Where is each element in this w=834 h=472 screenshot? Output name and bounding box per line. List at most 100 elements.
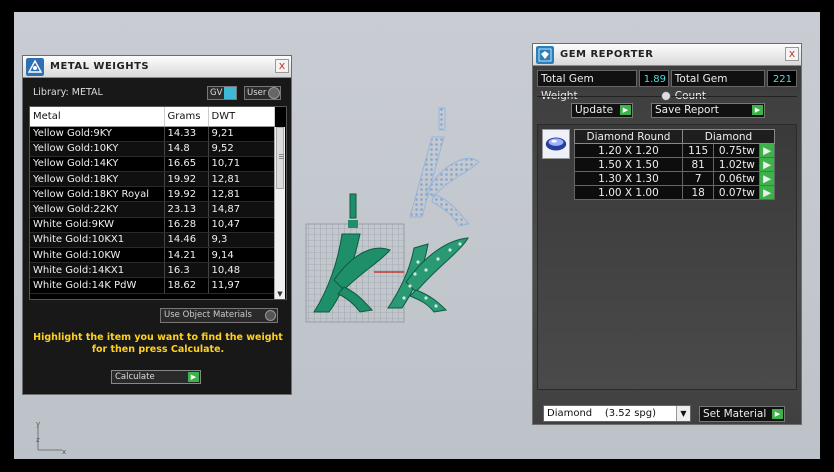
gem-reporter-close-button[interactable]: x (785, 47, 799, 61)
save-report-button[interactable]: Save Report ▶ (651, 103, 765, 118)
metal-cell-metal: Yellow Gold:14KY (30, 156, 165, 173)
metal-cell-metal: Yellow Gold:18KY Royal (30, 186, 165, 203)
metal-cell-metal: Yellow Gold:22KY (30, 201, 165, 218)
metal-cell-metal: White Gold:10KX1 (30, 232, 165, 249)
wireframe-k-model (409, 107, 480, 227)
material-select-value: Diamond (3.52 spg) (547, 408, 657, 419)
metal-cell-metal: Yellow Gold:9KY (30, 126, 165, 142)
update-label: Update (575, 104, 614, 116)
metal-cell-metal: White Gold:14K PdW (30, 277, 165, 294)
total-gem-weight-label: Total Gem Weight (537, 70, 637, 102)
metal-cell-grams: 14.8 (164, 141, 209, 157)
panel-collapse-knob[interactable] (661, 91, 671, 101)
user-radio-icon (268, 87, 281, 99)
metal-table-scrollbar[interactable]: ▼ (274, 127, 285, 299)
table-row[interactable]: Yellow Gold:18KY 19.92 12,81 (30, 171, 275, 188)
table-row[interactable]: 1.00 X 1.00 18 0.07tw ▶ (574, 185, 775, 200)
metal-cell-dwt: 12,81 (208, 171, 275, 188)
table-row[interactable]: 1.20 X 1.20 115 0.75tw ▶ (574, 143, 775, 158)
gem-cell-weight: 0.75tw (713, 143, 761, 158)
metal-table-header: Metal Grams DWT (30, 107, 275, 127)
table-row[interactable]: Yellow Gold:14KY 16.65 10,71 (30, 156, 275, 173)
metal-weights-close-button[interactable]: x (275, 59, 289, 73)
set-material-button[interactable]: Set Material ▶ (699, 406, 785, 422)
metal-cell-grams: 14.33 (164, 126, 209, 142)
gem-cell-weight: 0.06tw (713, 171, 761, 186)
table-row[interactable]: White Gold:10KX1 14.46 9,3 (30, 232, 275, 249)
total-gem-weight-value: 1.89 (638, 70, 669, 87)
gem-stats: Total Gem Weight 1.89 Total Gem Count 22… (537, 70, 797, 102)
gv-active-indicator (224, 87, 237, 99)
user-toggle[interactable]: User (244, 86, 282, 100)
metal-weights-title: METAL WEIGHTS (50, 61, 150, 72)
metal-cell-metal: White Gold:10KW (30, 247, 165, 264)
gv-toggle[interactable]: GV (207, 86, 238, 100)
metal-cell-grams: 23.13 (164, 201, 209, 218)
use-object-materials-radio-icon (265, 310, 276, 321)
gem-row-play-icon[interactable]: ▶ (759, 171, 775, 186)
gem-cell-size: 1.00 X 1.00 (574, 185, 683, 200)
gem-cell-count: 7 (681, 171, 715, 186)
table-row[interactable]: 1.30 X 1.30 7 0.06tw ▶ (574, 171, 775, 186)
round-diamond-icon[interactable] (542, 129, 570, 159)
metal-cell-dwt: 10,47 (208, 217, 275, 233)
table-row[interactable]: Yellow Gold:22KY 23.13 14,87 (30, 201, 275, 218)
material-select[interactable]: Diamond (3.52 spg) ▼ (543, 405, 691, 422)
gem-reporter-title-bar[interactable]: GEM REPORTER x (533, 44, 801, 66)
scroll-down-icon[interactable]: ▼ (275, 289, 285, 299)
metal-cell-dwt: 10,48 (208, 262, 275, 279)
gem-reporter-icon (536, 45, 554, 64)
metal-cell-dwt: 9,21 (208, 126, 275, 142)
table-row[interactable]: White Gold:10KW 14.21 9,14 (30, 247, 275, 264)
gem-row-play-icon[interactable]: ▶ (759, 157, 775, 172)
gem-row-play-icon[interactable]: ▶ (759, 185, 775, 200)
table-row[interactable]: White Gold:9KW 16.28 10,47 (30, 217, 275, 233)
metal-table[interactable]: Metal Grams DWT Yellow Gold:9KY 14.33 9,21… (29, 106, 287, 300)
save-report-play-icon: ▶ (752, 105, 763, 115)
axis-y-label: y (36, 420, 40, 428)
table-row[interactable]: Yellow Gold:10KY 14.8 9,52 (30, 141, 275, 157)
metal-weights-title-bar[interactable]: METAL WEIGHTS x (23, 56, 291, 78)
metal-cell-dwt: 9,3 (208, 232, 275, 249)
metal-cell-dwt: 9,52 (208, 141, 275, 157)
col-diamond: Diamond (682, 129, 775, 144)
metal-cell-dwt: 11,97 (208, 277, 275, 294)
axis-x-label: x (62, 448, 66, 456)
metal-cell-grams: 19.92 (164, 186, 209, 203)
instruction-line-1: Highlight the item you want to find the … (33, 332, 283, 343)
library-label: Library: METAL (33, 87, 103, 98)
save-report-label: Save Report (655, 104, 719, 116)
gem-cell-weight: 1.02tw (713, 157, 761, 172)
gem-cell-size: 1.20 X 1.20 (574, 143, 683, 158)
metal-cell-dwt: 10,71 (208, 156, 275, 173)
col-diamond-round: Diamond Round (574, 129, 683, 144)
col-grams[interactable]: Grams (164, 107, 209, 127)
table-row[interactable]: Yellow Gold:9KY 14.33 9,21 (30, 126, 275, 142)
metal-cell-dwt: 9,14 (208, 247, 275, 264)
table-row[interactable]: White Gold:14K PdW 18.62 11,97 (30, 277, 275, 294)
user-label: User (247, 88, 267, 98)
scrollbar-thumb[interactable] (276, 127, 284, 189)
update-button[interactable]: Update ▶ (571, 103, 633, 118)
col-metal[interactable]: Metal (30, 107, 165, 127)
metal-cell-metal: Yellow Gold:18KY (30, 171, 165, 188)
metal-cell-grams: 18.62 (164, 277, 209, 294)
metal-cell-metal: White Gold:9KW (30, 217, 165, 233)
use-object-materials-toggle[interactable]: Use Object Materials (160, 308, 278, 323)
chevron-down-icon[interactable]: ▼ (676, 406, 690, 421)
gem-table: Diamond Round Diamond 1.20 X 1.20 115 0.75… (574, 129, 775, 200)
gem-table-header: Diamond Round Diamond (574, 129, 775, 144)
table-row[interactable]: White Gold:14KX1 16.3 10,48 (30, 262, 275, 279)
calculate-button[interactable]: Calculate ▶ (111, 370, 201, 384)
gem-reporter-panel: GEM REPORTER x Total Gem Weight 1.89 Tot… (532, 43, 802, 425)
instruction-line-2: for then press Calculate. (91, 344, 225, 355)
calculate-label: Calculate (115, 372, 155, 382)
col-dwt[interactable]: DWT (208, 107, 275, 127)
table-row[interactable]: Yellow Gold:18KY Royal 19.92 12,81 (30, 186, 275, 203)
gem-row-play-icon[interactable]: ▶ (759, 143, 775, 158)
metal-cell-grams: 14.46 (164, 232, 209, 249)
metal-cell-metal: White Gold:14KX1 (30, 262, 165, 279)
metal-cell-grams: 19.92 (164, 171, 209, 188)
modeling-viewport[interactable]: METAL WEIGHTS x Library: METAL GV User M… (14, 12, 820, 459)
table-row[interactable]: 1.50 X 1.50 81 1.02tw ▶ (574, 157, 775, 172)
